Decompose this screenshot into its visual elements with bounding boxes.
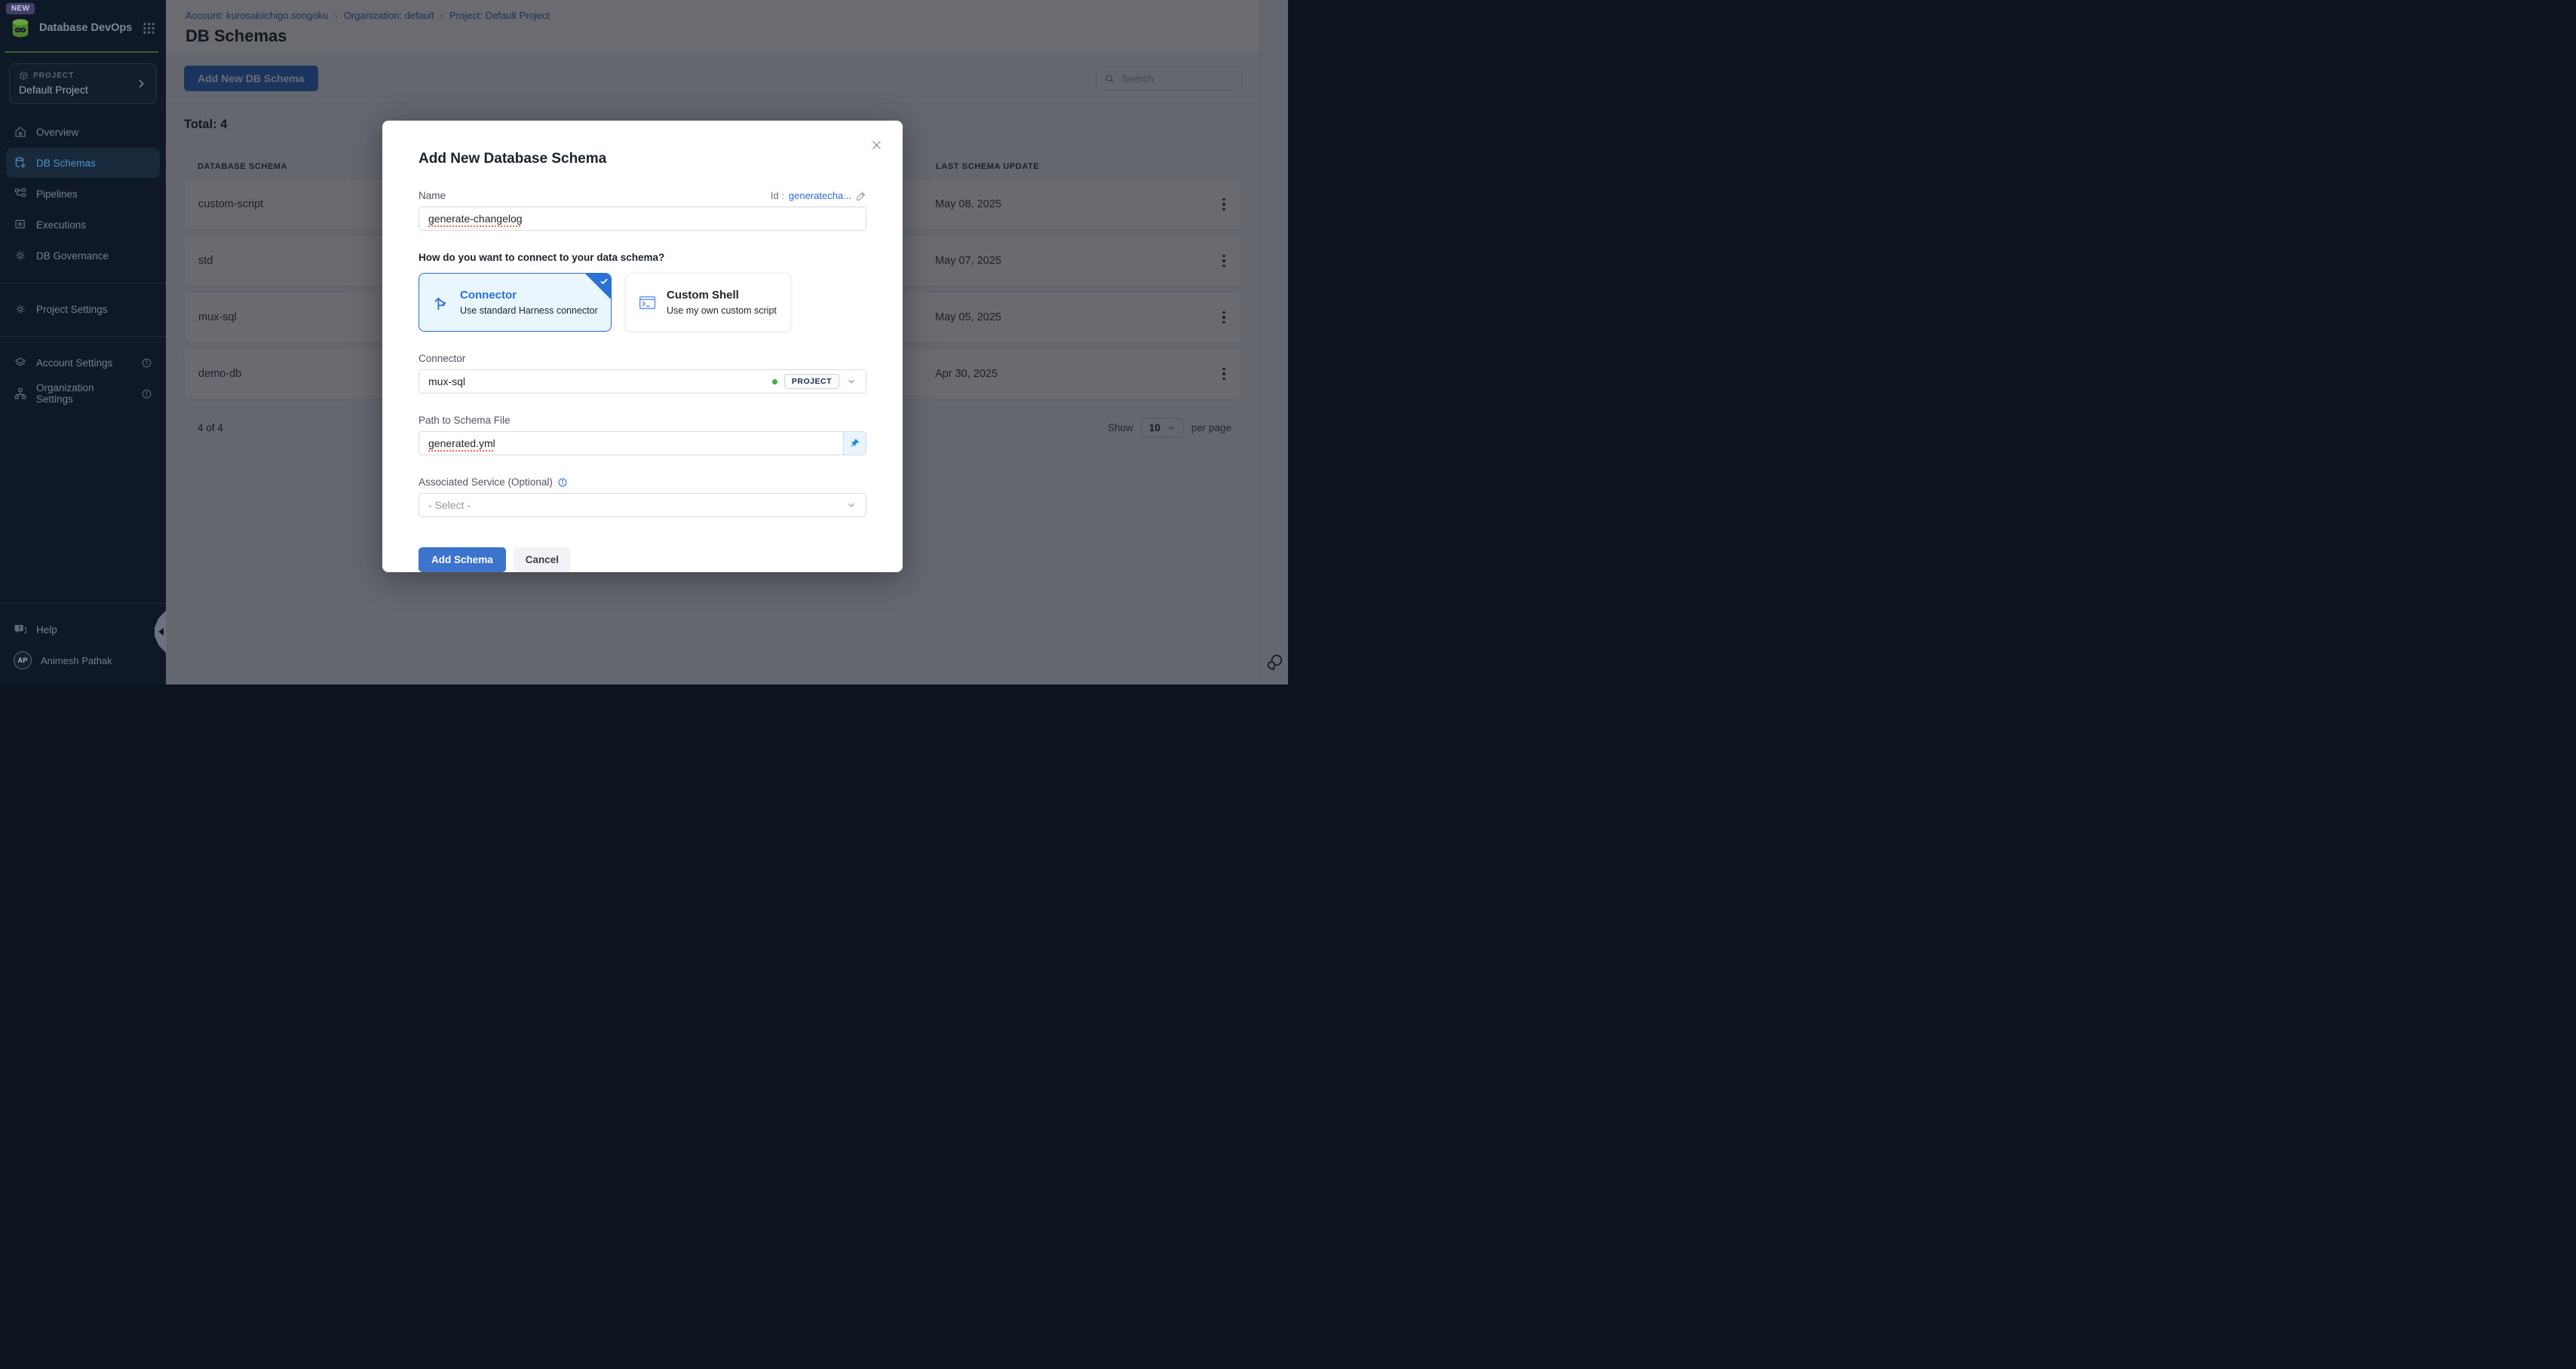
sidebar-divider xyxy=(0,336,166,337)
org-chart-icon xyxy=(14,387,27,400)
sidebar-divider xyxy=(0,603,166,604)
connector-label: Connector xyxy=(419,353,866,364)
module-title: Database DevOps xyxy=(39,22,135,34)
sidebar-item-help[interactable]: ? Help xyxy=(6,614,160,645)
gear-icon xyxy=(14,302,27,316)
cube-icon xyxy=(19,71,29,81)
sidebar-item-label: Project Settings xyxy=(36,304,152,315)
project-selector[interactable]: PROJECT Default Project xyxy=(9,63,157,104)
associated-service-select[interactable]: - Select - xyxy=(419,493,866,517)
sidebar-item-db-governance[interactable]: DB Governance xyxy=(6,240,160,271)
sidebar-item-label: Executions xyxy=(36,219,152,231)
new-badge: NEW xyxy=(6,3,35,14)
app-window: NEW Database DevOps xyxy=(0,0,1288,684)
sidebar-bottom: ? Help AP Animesh Pathak xyxy=(0,591,166,684)
gear-icon xyxy=(14,249,27,262)
terminal-icon xyxy=(638,293,657,312)
option-title: Custom Shell xyxy=(667,289,777,302)
runtime-input-pin-button[interactable] xyxy=(843,432,866,455)
close-icon[interactable] xyxy=(866,134,888,156)
sidebar-item-label: Overview xyxy=(36,127,152,138)
svg-text:?: ? xyxy=(18,625,21,631)
sidebar-item-label: Help xyxy=(36,624,152,635)
info-icon xyxy=(141,388,152,400)
scope-badge: PROJECT xyxy=(784,374,839,389)
schema-path-input[interactable]: generated.yml xyxy=(419,431,866,455)
avatar: AP xyxy=(14,651,32,669)
option-title: Connector xyxy=(460,289,598,302)
sidebar-item-organization-settings[interactable]: Organization Settings xyxy=(6,378,160,409)
sidebar-item-pipelines[interactable]: Pipelines xyxy=(6,179,160,209)
edit-pencil-icon[interactable] xyxy=(856,191,866,201)
database-gear-icon xyxy=(14,156,27,170)
service-placeholder: - Select - xyxy=(428,499,471,511)
sidebar-item-project-settings[interactable]: Project Settings xyxy=(6,294,160,324)
project-meta: PROJECT Default Project xyxy=(19,71,135,96)
check-icon xyxy=(599,276,609,286)
add-schema-modal: Add New Database Schema Name Id : genera… xyxy=(382,121,903,572)
name-label: Name xyxy=(419,190,446,201)
sidebar-item-label: Account Settings xyxy=(36,357,132,369)
sidebar-item-label: Pipelines xyxy=(36,188,152,200)
option-card-custom-shell[interactable]: Custom Shell Use my own custom script xyxy=(625,273,791,332)
cancel-button[interactable]: Cancel xyxy=(514,547,571,572)
option-subtitle: Use my own custom script xyxy=(667,305,777,316)
user-name: Animesh Pathak xyxy=(41,655,152,666)
connect-question: How do you want to connect to your data … xyxy=(419,252,866,263)
sidebar-item-label: Organization Settings xyxy=(36,382,132,405)
connector-select[interactable]: mux-sql PROJECT xyxy=(419,369,866,394)
home-icon xyxy=(14,125,27,139)
id-value-link[interactable]: generatecha... xyxy=(789,190,851,201)
module-grid-icon[interactable] xyxy=(143,22,155,35)
name-field-header: Name Id : generatecha... xyxy=(419,190,866,201)
sidebar-nav: Overview DB Schemas xyxy=(0,116,166,409)
project-name: Default Project xyxy=(19,84,135,96)
sidebar-item-db-schemas[interactable]: DB Schemas xyxy=(6,148,160,178)
sidebar-item-overview[interactable]: Overview xyxy=(6,117,160,147)
service-field-header: Associated Service (Optional) xyxy=(419,476,866,488)
connector-branch-icon xyxy=(431,293,450,312)
help-chat-icon: ? xyxy=(14,623,27,636)
option-card-connector[interactable]: Connector Use standard Harness connector xyxy=(419,273,612,332)
add-schema-button[interactable]: Add Schema xyxy=(419,547,506,572)
sidebar-item-label: DB Schemas xyxy=(36,158,152,169)
database-devops-logo-icon xyxy=(9,17,32,39)
service-label: Associated Service (Optional) xyxy=(419,476,553,488)
sidebar: NEW Database DevOps xyxy=(0,0,166,684)
info-icon[interactable] xyxy=(557,477,568,488)
chevron-down-icon xyxy=(846,376,857,387)
connector-value: mux-sql xyxy=(428,375,465,387)
schema-path-value: generated.yml xyxy=(428,437,495,449)
module-divider xyxy=(5,51,158,53)
sidebar-item-label: DB Governance xyxy=(36,250,152,262)
layers-icon xyxy=(14,356,27,369)
option-subtitle: Use standard Harness connector xyxy=(460,305,598,316)
path-label: Path to Schema File xyxy=(419,415,866,426)
schema-name-input[interactable]: generate-changelog xyxy=(419,207,866,231)
chevron-down-icon xyxy=(846,500,857,510)
connectivity-status-dot xyxy=(772,379,777,384)
user-menu[interactable]: AP Animesh Pathak xyxy=(6,645,160,675)
executions-icon xyxy=(14,218,27,231)
schema-name-value: generate-changelog xyxy=(428,213,523,225)
chevron-right-icon xyxy=(135,78,147,90)
pipeline-icon xyxy=(14,187,27,201)
collapse-left-icon xyxy=(158,628,164,635)
pin-icon xyxy=(849,438,860,449)
sidebar-item-executions[interactable]: Executions xyxy=(6,210,160,240)
project-scope-label: PROJECT xyxy=(33,72,74,80)
info-icon xyxy=(141,357,152,369)
id-prefix: Id : xyxy=(771,190,784,201)
modal-title: Add New Database Schema xyxy=(419,121,866,167)
sidebar-item-account-settings[interactable]: Account Settings xyxy=(6,348,160,378)
connection-options: Connector Use standard Harness connector… xyxy=(419,273,866,332)
modal-actions: Add Schema Cancel xyxy=(419,547,866,572)
